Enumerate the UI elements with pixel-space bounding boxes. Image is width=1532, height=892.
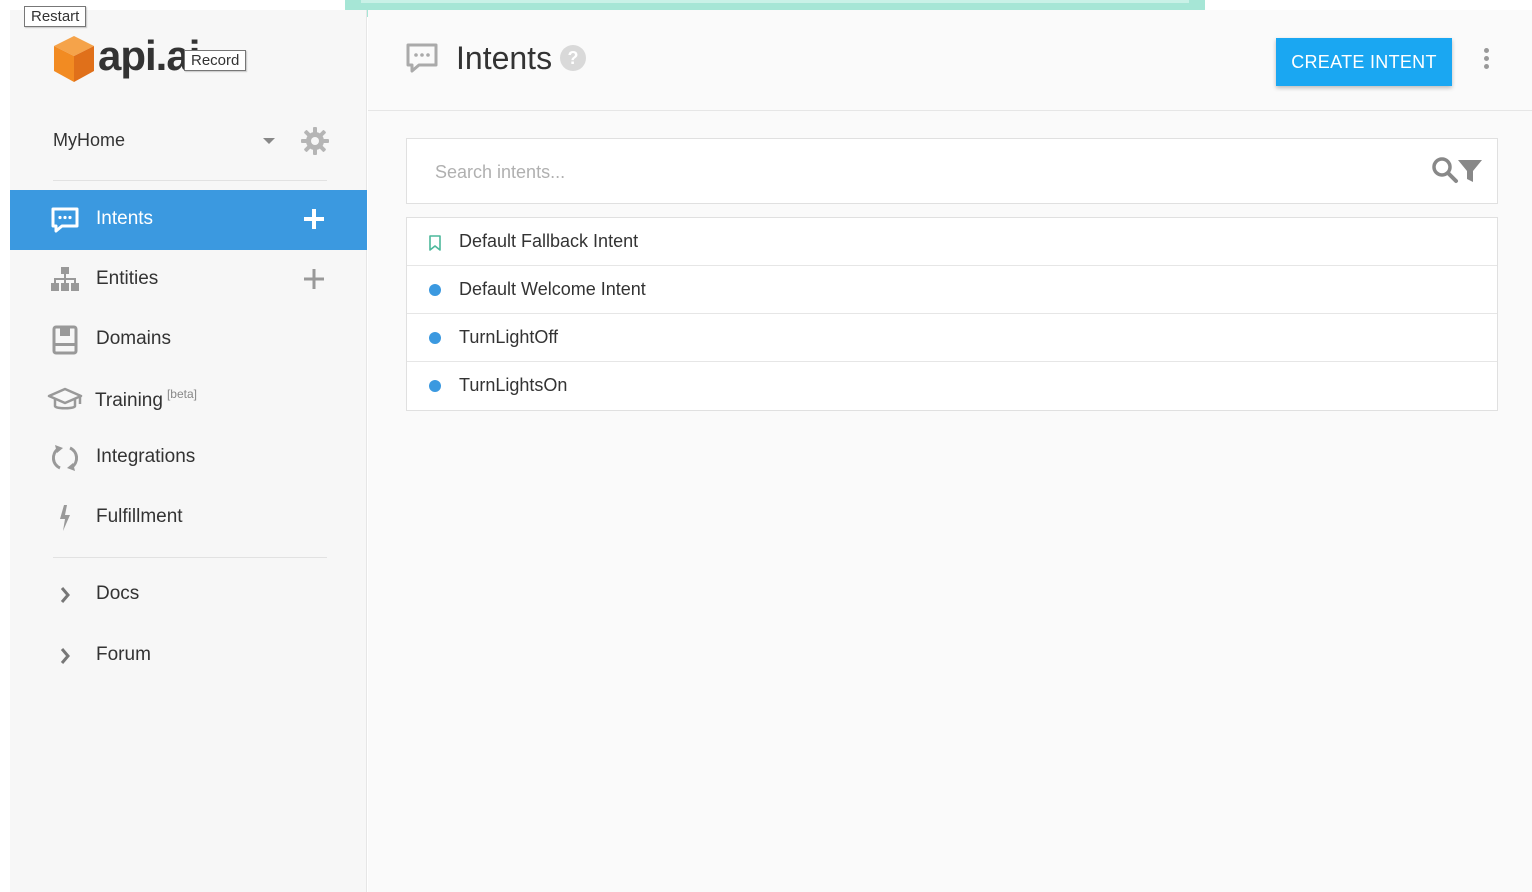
sidebar-link-docs[interactable]: Docs	[10, 565, 367, 625]
sidebar-divider	[53, 557, 327, 558]
search-box	[406, 138, 1498, 204]
sidebar-item-label: Entities	[96, 268, 159, 289]
sidebar-item-integrations[interactable]: Integrations	[10, 428, 367, 488]
logo-cube-icon	[54, 36, 94, 82]
more-options-icon[interactable]	[1478, 48, 1494, 72]
restart-tag[interactable]: Restart	[24, 6, 87, 27]
chevron-right-icon	[60, 648, 70, 664]
search-input[interactable]	[435, 159, 1395, 185]
intent-name: TurnLightOff	[459, 327, 559, 347]
add-intent-plus-icon[interactable]	[302, 207, 326, 231]
intent-row[interactable]: TurnLightOff	[407, 314, 1497, 362]
caret-down-icon[interactable]	[263, 138, 275, 144]
sidebar-item-label: Integrations	[96, 446, 196, 467]
intent-row[interactable]: Default Welcome Intent	[407, 266, 1497, 314]
intent-name: Default Welcome Intent	[459, 279, 646, 299]
sidebar-item-training[interactable]: Training [beta]	[10, 370, 367, 430]
help-icon[interactable]: ?	[560, 45, 586, 71]
lightning-icon	[60, 505, 70, 531]
intent-status-dot	[429, 380, 441, 392]
create-intent-button[interactable]: CREATE INTENT	[1276, 38, 1452, 86]
chat-bubble-icon	[406, 43, 438, 73]
training-label: Training	[95, 390, 163, 411]
intent-name: TurnLightsOn	[459, 375, 568, 395]
intent-list: Default Fallback Intent Default Welcome …	[406, 217, 1498, 411]
gear-icon[interactable]	[300, 126, 330, 156]
graduation-cap-icon	[47, 387, 83, 410]
top-notification-bar-highlight	[361, 0, 1189, 3]
sidebar-link-label: Forum	[96, 644, 151, 665]
sidebar-item-label: Training [beta]	[95, 387, 197, 412]
record-tag[interactable]: Record	[184, 50, 247, 71]
agent-selector[interactable]: MyHome	[10, 110, 367, 180]
sidebar-item-label: Intents	[96, 208, 154, 229]
sidebar-divider	[53, 180, 327, 181]
intent-status-dot	[429, 332, 441, 344]
refresh-icon	[51, 445, 79, 471]
sidebar: api.ai Restart Record MyHome Intents Ent…	[10, 6, 367, 892]
intent-name: Default Fallback Intent	[459, 231, 639, 251]
search-icon[interactable]	[1431, 156, 1459, 184]
sidebar-link-forum[interactable]: Forum	[10, 626, 367, 686]
main-content: Default Fallback Intent Default Welcome …	[368, 111, 1532, 892]
hierarchy-icon	[51, 267, 79, 291]
sidebar-link-label: Docs	[96, 583, 140, 604]
sidebar-item-intents[interactable]: Intents	[10, 190, 367, 250]
sidebar-item-label: Fulfillment	[96, 506, 183, 527]
intent-row[interactable]: TurnLightsOn	[407, 362, 1497, 410]
chat-bubble-icon	[51, 207, 79, 233]
agent-name: MyHome	[53, 130, 126, 150]
sidebar-item-domains[interactable]: Domains	[10, 310, 367, 370]
logo-area: api.ai Restart Record	[10, 6, 367, 110]
intent-status-dot	[429, 284, 441, 296]
intent-row[interactable]: Default Fallback Intent	[407, 218, 1497, 266]
book-icon	[52, 325, 78, 355]
add-entity-plus-icon[interactable]	[302, 267, 326, 291]
sidebar-item-fulfillment[interactable]: Fulfillment	[10, 488, 367, 548]
sidebar-item-entities[interactable]: Entities	[10, 250, 367, 310]
sidebar-item-label: Domains	[96, 328, 171, 349]
chevron-right-icon	[60, 587, 70, 603]
filter-icon[interactable]	[1457, 158, 1483, 184]
page-header: Intents ? CREATE INTENT	[368, 10, 1532, 111]
page-title: Intents	[456, 40, 553, 76]
beta-badge: [beta]	[166, 387, 197, 401]
bookmark-icon	[429, 235, 441, 251]
